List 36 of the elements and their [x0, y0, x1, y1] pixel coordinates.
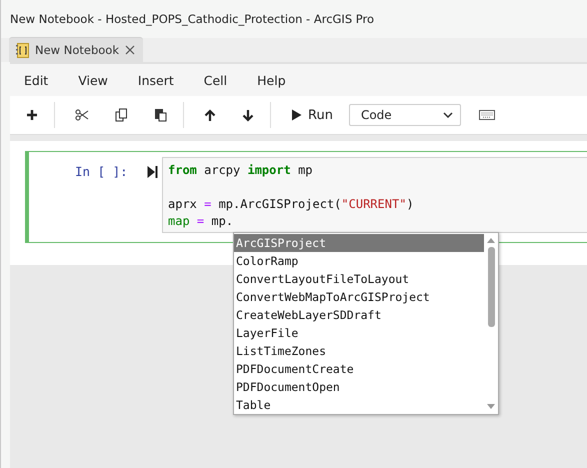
scrollbar-thumb[interactable]: [488, 247, 494, 327]
completion-item[interactable]: Table: [234, 396, 484, 414]
run-cell-icon[interactable]: [147, 165, 158, 179]
completion-item[interactable]: PDFDocumentOpen: [234, 378, 484, 396]
menu-item[interactable]: Insert: [138, 72, 189, 88]
code-editor[interactable]: from arcpy import mp aprx = mp.ArcGISProject("CURRENT") map = mp.: [162, 157, 587, 233]
completion-item[interactable]: ConvertLayoutFileToLayout: [234, 270, 484, 288]
close-icon[interactable]: [125, 45, 135, 55]
menu-item[interactable]: Cell: [204, 72, 242, 88]
completion-item[interactable]: ArcGISProject: [234, 234, 484, 252]
paste-icon[interactable]: [154, 108, 167, 122]
notebook-tab[interactable]: New Notebook: [9, 37, 143, 62]
window-title: New Notebook - Hosted_POPS_Cathodic_Protection - ArcGIS Pro: [10, 12, 374, 26]
play-icon: [291, 109, 302, 121]
scroll-up-icon[interactable]: [486, 237, 496, 243]
scissors-icon[interactable]: [75, 109, 89, 121]
menu-item[interactable]: Edit: [24, 72, 64, 88]
completion-item[interactable]: ListTimeZones: [234, 342, 484, 360]
menu-item[interactable]: View: [78, 72, 123, 88]
scroll-down-icon[interactable]: [486, 404, 496, 410]
completion-item[interactable]: ColorRamp: [234, 252, 484, 270]
plus-icon[interactable]: [26, 109, 38, 121]
completion-item[interactable]: LayerFile: [234, 324, 484, 342]
keyboard-icon[interactable]: [478, 110, 495, 120]
completion-item[interactable]: CreateWebLayerSDDraft: [234, 306, 484, 324]
arrow-up-icon[interactable]: [204, 108, 216, 122]
run-button[interactable]: Run: [291, 108, 333, 122]
cell-prompt: In [ ]:: [75, 164, 129, 179]
completion-item[interactable]: ConvertWebMapToArcGISProject: [234, 288, 484, 306]
completion-item[interactable]: PDFDocumentCreate: [234, 360, 484, 378]
notebook-icon: [16, 42, 29, 58]
cell-type-dropdown[interactable]: Code: [348, 104, 461, 126]
chevron-down-icon: [442, 112, 453, 118]
arrow-down-icon[interactable]: [242, 108, 254, 122]
copy-icon[interactable]: [115, 108, 128, 122]
menu-item[interactable]: Help: [257, 72, 301, 88]
